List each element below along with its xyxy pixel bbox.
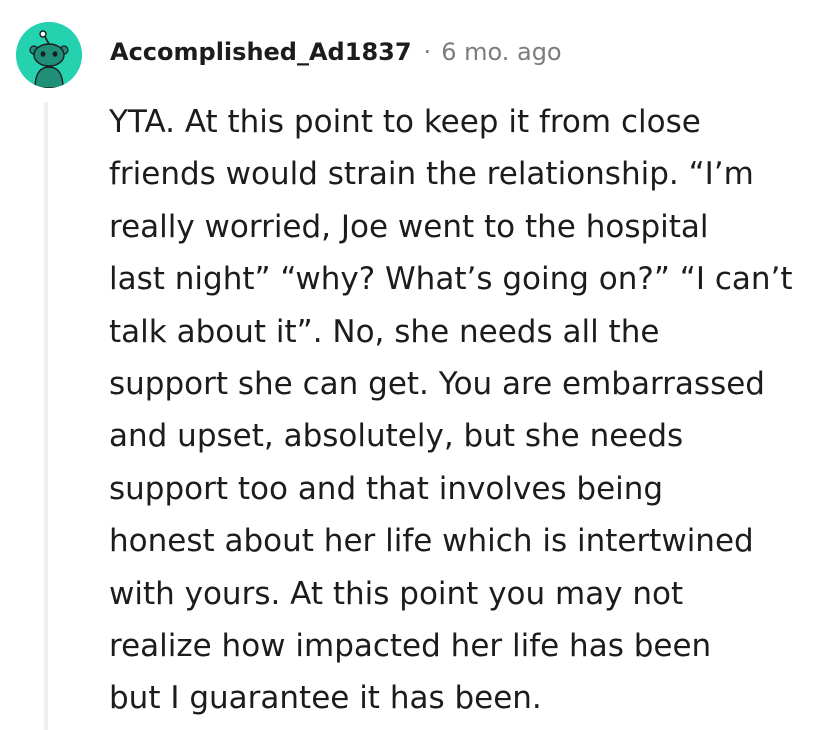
snoo-avatar-icon[interactable] [16,22,82,88]
comment: Accomplished_Ad1837 · 6 mo. ago YTA. At … [0,0,823,730]
comment-timestamp[interactable]: 6 mo. ago [441,38,561,66]
comment-body: YTA. At this point to keep it from close… [109,104,793,717]
comment-header: Accomplished_Ad1837 · 6 mo. ago [110,34,562,70]
separator-dot: · [423,38,432,66]
author-username[interactable]: Accomplished_Ad1837 [110,38,412,66]
thread-collapse-line[interactable] [44,102,48,730]
